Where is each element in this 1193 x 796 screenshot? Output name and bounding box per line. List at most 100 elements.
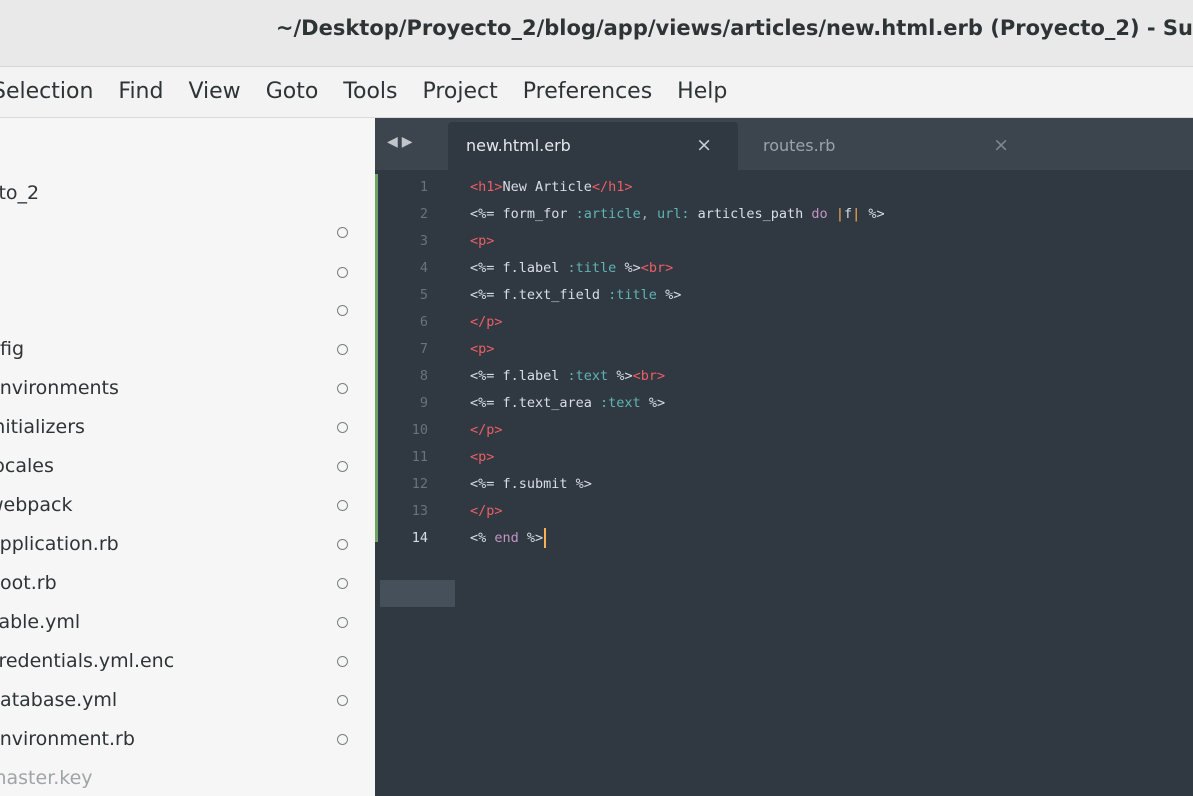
sidebar-item[interactable]: credentials.yml.enc [0,646,375,676]
code-line: <p> [470,336,494,363]
code-line: <p> [470,444,494,471]
code-token: :title [608,287,657,303]
circle-icon [337,695,348,706]
line-number: 14 [411,530,428,546]
sidebar-item[interactable]: master.key [0,763,375,793]
line-number: 5 [419,287,428,303]
code-token: %> [640,395,666,411]
line-number: 13 [411,503,428,519]
code-token: <% [470,530,495,546]
sidebar-item-label: locales [0,455,54,477]
current-line-highlight [380,580,455,607]
circle-icon [337,344,348,355]
code-token: <%= f.text_area [470,395,601,411]
code-token: %> [860,206,885,222]
code-area[interactable]: <h1>New Article</h1> <%= form_for :articl… [470,170,1170,796]
sidebar-item[interactable]: cto_2 [0,178,375,208]
code-token: <%= f.label [470,368,568,384]
line-number: 4 [419,260,428,276]
circle-icon [337,305,348,316]
sidebar-item[interactable]: boot.rb [0,568,375,598]
code-line: <%= f.label :text %><br> [470,363,665,390]
code-token: %> [656,287,682,303]
code-token: :text [567,368,609,384]
sidebar-item[interactable]: webpack [0,490,375,520]
line-number: 11 [411,449,428,465]
sidebar[interactable]: cto_2b nfig environments initializers locale… [0,118,375,796]
sidebar-item-label: initializers [0,416,85,438]
circle-icon [337,383,348,394]
line-number: 2 [419,206,428,222]
menu-view[interactable]: View [188,79,240,104]
sidebar-item-label: nfig [0,338,25,360]
nav-arrows-icon[interactable]: ◀▶ [387,134,417,150]
code-token: | [835,206,844,222]
sidebar-item-label: boot.rb [0,572,57,594]
sidebar-item-label: environment.rb [0,728,135,750]
menu-goto[interactable]: Goto [266,79,319,104]
close-icon[interactable]: × [696,134,712,156]
text-cursor [544,528,547,548]
code-token: do [811,206,828,222]
sidebar-item[interactable]: initializers [0,412,375,442]
tab-new-html-erb[interactable]: new.html.erb × [448,122,738,170]
code-token: url: [656,206,690,222]
code-line: <%= f.submit %> [470,471,592,498]
tab-bar: ◀▶ new.html.erb × routes.rb × [375,118,1193,170]
line-number: 7 [419,341,428,357]
code-line: <h1>New Article</h1> [470,174,633,201]
circle-icon [337,267,348,278]
code-token: <%= f.submit %> [470,476,592,492]
sidebar-item[interactable]: cable.yml [0,607,375,637]
code-token: <%= f.text_field [470,287,609,303]
sidebar-item[interactable]: locales [0,451,375,481]
menu-help[interactable]: Help [677,79,727,104]
code-token: end [494,530,519,546]
close-icon[interactable]: × [993,134,1009,156]
sidebar-item-label: application.rb [0,533,119,555]
code-token: New Article [502,179,592,195]
sidebar-item[interactable]: environments [0,373,375,403]
sidebar-item[interactable] [0,217,375,247]
sidebar-item-label: cable.yml [0,611,81,633]
code-token: </p> [470,422,503,438]
sidebar-item[interactable]: application.rb [0,529,375,559]
code-line: <% end %> [470,525,547,552]
menu-row: Selection Find View Goto Tools Project Prefere… [0,79,752,104]
sidebar-item[interactable]: b [0,257,375,287]
code-line: <%= form_for :article, url: articles_pat… [470,201,885,228]
line-number: 6 [419,314,428,330]
code-token: <%= f.label [470,260,568,276]
editor: ◀▶ new.html.erb × routes.rb × 1234567891… [375,118,1193,796]
code-token: :article [575,206,641,222]
circle-icon [337,227,348,238]
code-line: <%= f.text_field :title %> [470,282,681,309]
menu-project[interactable]: Project [422,79,497,104]
menu-tools[interactable]: Tools [343,79,397,104]
code-token: <p> [470,233,495,249]
menu-find[interactable]: Find [118,79,163,104]
circle-icon [337,734,348,745]
code-token: </h1> [591,179,633,195]
code-line: </p> [470,417,503,444]
sidebar-item-label: environments [0,377,119,399]
sidebar-item[interactable]: environment.rb [0,724,375,754]
window-title: ~/Desktop/Proyecto_2/blog/app/views/arti… [275,16,1193,40]
sidebar-item[interactable] [0,295,375,325]
title-bar: ~/Desktop/Proyecto_2/blog/app/views/arti… [0,0,1193,67]
sidebar-item-label: credentials.yml.enc [0,650,175,672]
sidebar-item[interactable]: nfig [0,334,375,364]
sidebar-item[interactable]: database.yml [0,685,375,715]
code-token: </p> [470,314,503,330]
line-number: 1 [419,179,428,195]
code-token: articles_path [689,206,812,222]
menu-selection[interactable]: Selection [0,79,93,104]
menu-preferences[interactable]: Preferences [523,79,652,104]
code-token: %> [608,368,633,384]
tab-routes-rb[interactable]: routes.rb × [745,122,1035,170]
code-token: <br> [640,260,674,276]
code-line: </p> [470,309,503,336]
tab-label: routes.rb [763,136,836,155]
code-token: <h1> [470,179,503,195]
